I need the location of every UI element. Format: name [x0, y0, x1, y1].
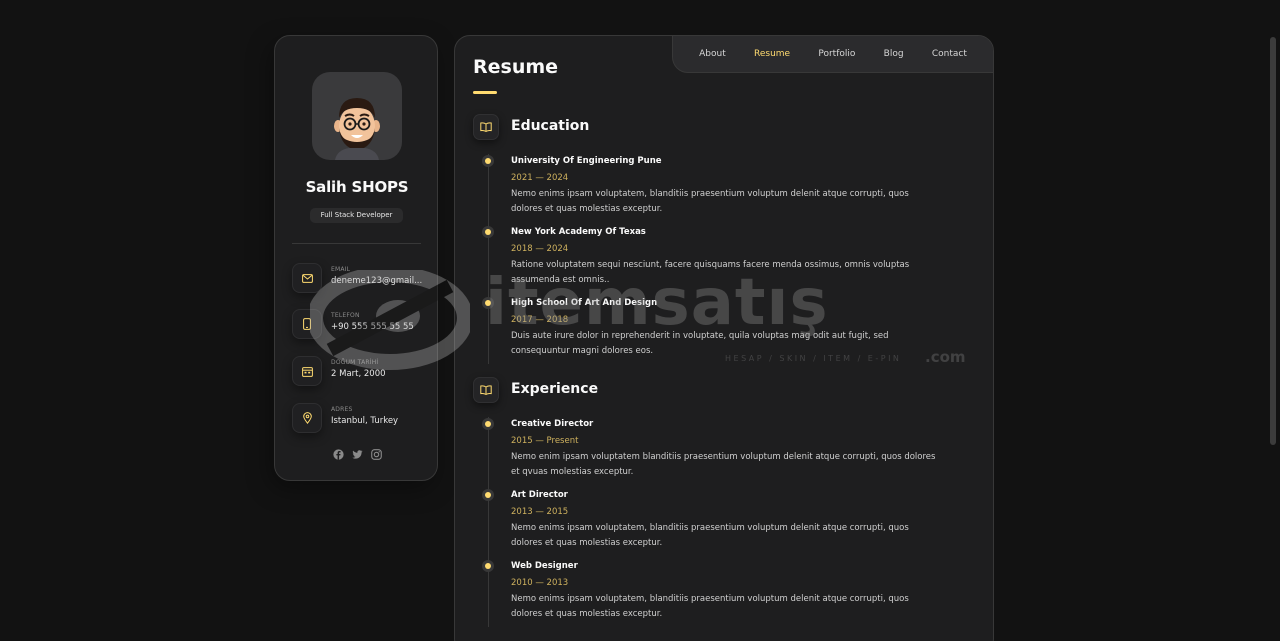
book-icon: [473, 114, 499, 140]
contact-phone[interactable]: TELEFON +90 555 555 55 55: [292, 309, 432, 341]
page-scrollbar[interactable]: [1270, 37, 1276, 445]
education-item-title: New York Academy Of Texas: [511, 227, 646, 237]
experience-item-date: 2010 — 2013: [511, 578, 569, 588]
education-item-date: 2017 — 2018: [511, 315, 569, 325]
nav-blog[interactable]: Blog: [884, 49, 904, 59]
book-icon: [473, 377, 499, 403]
education-item-title: High School Of Art And Design: [511, 298, 658, 308]
nav-contact[interactable]: Contact: [932, 49, 967, 59]
experience-item-title: Web Designer: [511, 561, 578, 571]
education-item-title: University Of Engineering Pune: [511, 156, 662, 166]
experience-item-date: 2015 — Present: [511, 436, 579, 446]
twitter-icon[interactable]: [351, 449, 363, 460]
profile-sidebar: Salih SHOPS Full Stack Developer EMAIL d…: [274, 35, 438, 481]
timeline-dot: [485, 300, 491, 306]
facebook-icon[interactable]: [332, 449, 344, 460]
experience-title: Experience: [511, 381, 599, 397]
profile-name: Salih SHOPS: [305, 178, 409, 196]
title-underline: [473, 91, 497, 94]
timeline-dot: [485, 563, 491, 569]
nav-portfolio[interactable]: Portfolio: [818, 49, 855, 59]
page: Salih SHOPS Full Stack Developer EMAIL d…: [0, 0, 1280, 641]
calendar-icon: [292, 356, 322, 386]
phone-icon: [292, 309, 322, 339]
contact-address: ADRES Istanbul, Turkey: [292, 403, 432, 435]
instagram-icon[interactable]: [370, 449, 382, 460]
experience-header: Experience: [473, 377, 773, 403]
avatar-illustration: [334, 98, 380, 160]
education-title: Education: [511, 118, 590, 134]
contact-phone-value[interactable]: +90 555 555 55 55: [331, 322, 423, 332]
contact-address-value: Istanbul, Turkey: [331, 416, 399, 426]
experience-item-text: Nemo enim ipsam voluptatem blanditiis pr…: [511, 452, 936, 477]
profile-title-badge: Full Stack Developer: [310, 208, 403, 223]
contact-email-value[interactable]: deneme123@gmail...: [331, 276, 423, 286]
experience-item-date: 2013 — 2015: [511, 507, 569, 517]
contact-birthday: DOĞUM TARİHİ 2 Mart, 2000: [292, 356, 432, 388]
sidebar-separator: [292, 243, 421, 244]
social-links: [275, 449, 439, 460]
education-item-text: Nemo enims ipsam voluptatem, blanditiis …: [511, 189, 909, 214]
contact-birthday-label: DOĞUM TARİHİ: [331, 359, 379, 366]
top-navbar: About Resume Portfolio Blog Contact: [672, 36, 993, 73]
timeline-dot: [485, 492, 491, 498]
page-title: Resume: [473, 56, 559, 78]
timeline-dot: [485, 421, 491, 427]
contact-email-label: EMAIL: [331, 266, 351, 273]
experience-item-text: Nemo enims ipsam voluptatem, blanditiis …: [511, 594, 909, 619]
education-item-date: 2018 — 2024: [511, 244, 569, 254]
education-item-text: Ratione voluptatem sequi nesciunt, facer…: [511, 260, 910, 285]
nav-about[interactable]: About: [699, 49, 726, 59]
education-item-text: Duis aute irure dolor in reprehenderit i…: [511, 331, 889, 356]
experience-item-title: Art Director: [511, 490, 568, 500]
timeline-dot: [485, 229, 491, 235]
contact-address-label: ADRES: [331, 406, 353, 413]
experience-item-text: Nemo enims ipsam voluptatem, blanditiis …: [511, 523, 909, 548]
education-header: Education: [473, 114, 773, 140]
nav-resume[interactable]: Resume: [754, 49, 790, 59]
contact-email[interactable]: EMAIL deneme123@gmail...: [292, 263, 432, 295]
contact-birthday-value: 2 Mart, 2000: [331, 369, 386, 379]
education-timeline-line: [488, 154, 489, 364]
education-item-date: 2021 — 2024: [511, 173, 569, 183]
location-icon: [292, 403, 322, 433]
resume-panel: About Resume Portfolio Blog Contact Resu…: [454, 35, 994, 641]
experience-timeline-line: [488, 417, 489, 627]
contact-phone-label: TELEFON: [331, 312, 360, 319]
timeline-dot: [485, 158, 491, 164]
avatar: [312, 72, 402, 160]
mail-icon: [292, 263, 322, 293]
experience-item-title: Creative Director: [511, 419, 594, 429]
